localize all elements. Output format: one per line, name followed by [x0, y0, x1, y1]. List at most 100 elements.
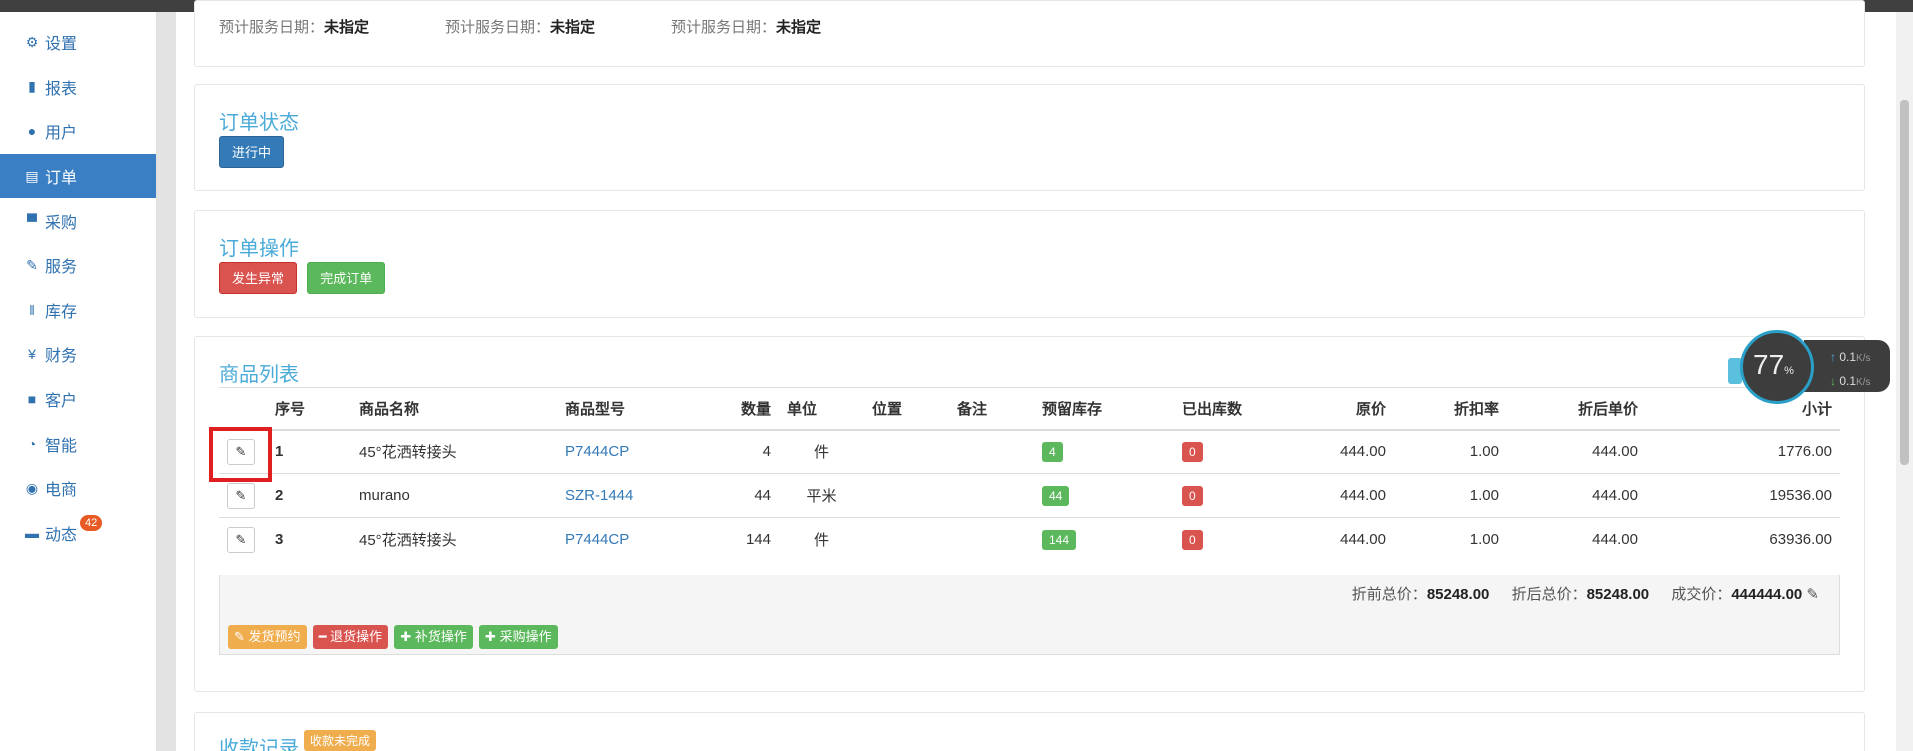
product-table-footer: 折前总价：85248.00 折后总价：85248.00 成交价：444444.0…	[219, 575, 1840, 655]
payments-panel: 收款记录 收款未完成	[194, 712, 1865, 751]
table-row: ✎ 1 45°花洒转接头 P7444CP 4 件 4 0 444.00 1.00…	[219, 429, 1840, 474]
wrench-icon: ✎	[26, 256, 38, 273]
sidebar-item-finance[interactable]: ¥ 财务	[0, 332, 156, 377]
column-header: 商品名称	[351, 387, 557, 431]
column-header-edit	[219, 387, 267, 431]
edit-deal-price-icon[interactable]: ✎	[1806, 586, 1819, 603]
pencil-icon: ✎	[235, 531, 247, 547]
order-status-title: 订单状态	[219, 112, 299, 134]
bar-chart-icon: ▮	[28, 78, 36, 95]
sidebar-item-purchase[interactable]: ▀ 采购	[0, 198, 156, 243]
sidebar-item-label: 库存	[45, 303, 78, 321]
sidebar-item-customers[interactable]: ■ 客户	[0, 377, 156, 422]
shipping-reservation-button[interactable]: ✎ 发货预约	[228, 625, 307, 649]
plus-icon: ✚	[485, 629, 500, 644]
product-name: 45°花洒转接头	[351, 429, 557, 474]
pencil-icon: ✎	[235, 487, 247, 503]
row-number: 2	[267, 473, 351, 518]
sidebar-item-activity[interactable]: ▬ 动态 42	[0, 511, 156, 556]
column-header: 原价	[1284, 387, 1394, 431]
sidebar-item-label: 用户	[45, 125, 78, 143]
shipped-count-badge: 0	[1182, 529, 1203, 550]
main-content: 预计服务日期：未指定 预计服务日期：未指定 预计服务日期：未指定 订单状态 进行…	[176, 0, 1896, 751]
product-list-title: 商品列表	[219, 364, 299, 386]
cart-icon: ▀	[27, 212, 37, 229]
column-header: 序号	[267, 387, 351, 431]
note	[949, 517, 1034, 562]
reserved-stock-badge: 4	[1042, 441, 1063, 462]
edit-row-button[interactable]: ✎	[227, 526, 255, 553]
network-speed-widget[interactable]: ↑ 0.1K/s ↓ 0.1K/s 77%	[1740, 330, 1890, 404]
shipped-count-badge: 0	[1182, 441, 1203, 462]
column-header: 单位	[779, 387, 864, 431]
order-ops-panel: 订单操作 发生异常 完成订单	[194, 210, 1865, 318]
memory-gauge: 77%	[1740, 330, 1814, 404]
row-number: 3	[267, 517, 351, 562]
unit: 件	[779, 429, 864, 474]
dashboard-icon: ◔	[27, 435, 37, 452]
column-header: 数量	[707, 387, 779, 431]
quantity: 144	[707, 517, 779, 562]
total-before-label: 折前总价：	[1351, 586, 1427, 603]
service-date-2: 预计服务日期：未指定	[445, 19, 596, 36]
briefcase-icon: ■	[27, 391, 37, 408]
total-after-value: 85248.00	[1586, 586, 1650, 603]
sidebar-item-reports[interactable]: ▮ 报表	[0, 65, 156, 110]
column-header: 商品型号	[557, 387, 707, 431]
column-header: 预留库存	[1034, 387, 1174, 431]
download-arrow-icon: ↓	[1830, 374, 1836, 388]
sidebar-item-orders[interactable]: ▤ 订单	[0, 153, 156, 199]
original-price: 444.00	[1284, 429, 1394, 474]
sidebar-item-inventory[interactable]: ‖ 库存	[0, 288, 156, 333]
product-model-link[interactable]: SZR-1444	[565, 487, 633, 504]
note	[949, 429, 1034, 474]
sidebar-item-users[interactable]: ● 用户	[0, 109, 156, 154]
globe-icon: ◉	[25, 479, 39, 496]
upload-speed: 0.1	[1839, 350, 1857, 364]
deal-price-value: 444444.00	[1731, 586, 1803, 603]
sidebar-gutter	[157, 12, 176, 751]
discount-rate: 1.00	[1394, 429, 1507, 474]
service-date-3: 预计服务日期：未指定	[671, 19, 822, 36]
unit: 平米	[779, 473, 864, 518]
product-model-link[interactable]: P7444CP	[565, 443, 629, 460]
sidebar: ⚙ 设置 ▮ 报表 ● 用户 ▤ 订单 ▀ 采购 ✎ 服务 ‖ 库存 ¥ 财务 ■ 客户 ◔ 智能 …	[0, 12, 157, 751]
service-date-1: 预计服务日期：未指定	[219, 19, 370, 36]
scrollbar-thumb[interactable]	[1900, 100, 1909, 465]
sidebar-item-label: 设置	[45, 36, 78, 54]
edit-row-button[interactable]: ✎	[227, 482, 255, 509]
location	[864, 517, 949, 562]
sidebar-item-label: 电商	[45, 482, 78, 500]
sidebar-item-label: 采购	[45, 214, 78, 232]
complete-order-button[interactable]: 完成订单	[307, 262, 386, 294]
gear-icon: ⚙	[25, 33, 39, 50]
column-header: 备注	[949, 387, 1034, 431]
table-row: ✎ 2 murano SZR-1444 44 平米 44 0 444.00 1.…	[219, 473, 1840, 518]
service-dates-panel: 预计服务日期：未指定 预计服务日期：未指定 预计服务日期：未指定	[194, 0, 1865, 67]
sidebar-item-smart[interactable]: ◔ 智能	[0, 421, 156, 466]
notification-badge: 42	[80, 514, 103, 531]
product-name: 45°花洒转接头	[351, 517, 557, 562]
purchase-operation-button[interactable]: ✚ 采购操作	[479, 625, 558, 649]
highlight-box	[209, 427, 272, 482]
download-speed: 0.1	[1839, 374, 1857, 388]
product-model-link[interactable]: P7444CP	[565, 531, 629, 548]
sidebar-item-service[interactable]: ✎ 服务	[0, 243, 156, 288]
product-name: murano	[351, 473, 557, 518]
note	[949, 473, 1034, 518]
report-abnormal-button[interactable]: 发生异常	[219, 262, 298, 294]
return-operation-button[interactable]: ━ 退货操作	[312, 625, 389, 649]
unit: 件	[779, 517, 864, 562]
product-table: 序号 商品名称 商品型号 数量 单位 位置 备注 预留库存 已出库数 原价 折扣…	[219, 387, 1840, 562]
quantity: 44	[707, 473, 779, 518]
reserved-stock-badge: 44	[1042, 485, 1070, 506]
status-in-progress-button[interactable]: 进行中	[219, 136, 285, 168]
sidebar-item-settings[interactable]: ⚙ 设置	[0, 20, 156, 65]
order-ops-title: 订单操作	[219, 238, 299, 260]
sidebar-item-ecommerce[interactable]: ◉ 电商	[0, 466, 156, 511]
sidebar-item-label: 订单	[45, 170, 78, 188]
payment-status-badge: 收款未完成	[304, 730, 377, 751]
restock-operation-button[interactable]: ✚ 补货操作	[394, 625, 473, 649]
discount-rate: 1.00	[1394, 517, 1507, 562]
totals-row: 折前总价：85248.00 折后总价：85248.00 成交价：444444.0…	[1352, 583, 1819, 604]
